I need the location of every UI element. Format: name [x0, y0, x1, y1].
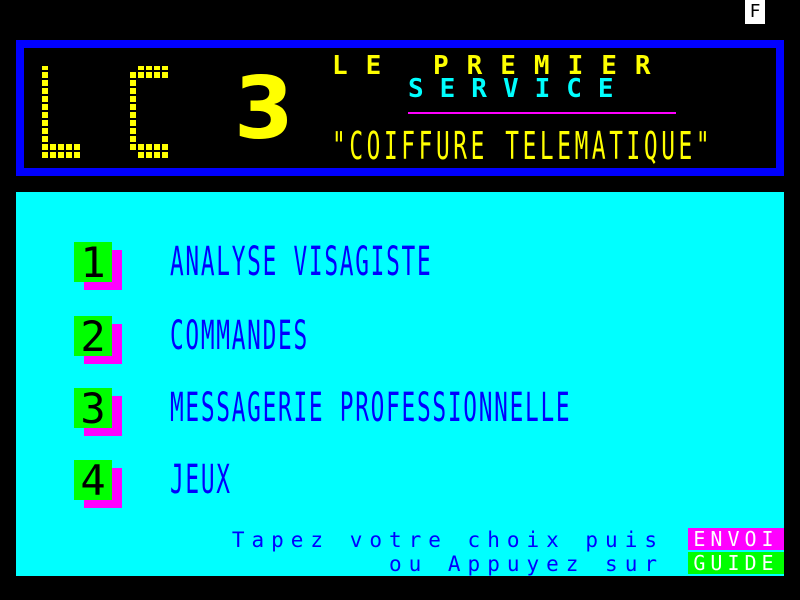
header-inner: LC 3 LE PREMIER SERVICE "COIFFURE TELEMA…: [24, 48, 776, 168]
logo-dot: [130, 80, 136, 86]
logo-dot: [130, 128, 136, 134]
menu-item-jeux[interactable]: 4 JEUX: [16, 457, 784, 512]
menu-number-box: 4: [74, 460, 122, 508]
menu-number-box: 3: [74, 388, 122, 436]
logo-dot: [130, 104, 136, 110]
menu-item-messagerie-professionnelle[interactable]: 3 MESSAGERIE PROFESSIONNELLE: [16, 385, 784, 440]
logo-dot: [66, 152, 72, 158]
logo-dot: [42, 96, 48, 102]
logo-dot: [146, 144, 152, 150]
prompt-line-guide: ou Appuyez sur: [388, 552, 664, 576]
logo-dot: [162, 152, 168, 158]
menu-number-box: 2: [74, 316, 122, 364]
logo-dot: [130, 96, 136, 102]
menu-label: MESSAGERIE PROFESSIONNELLE: [170, 385, 572, 431]
menu-item-analyse-visagiste[interactable]: 1 ANALYSE VISAGISTE: [16, 239, 784, 294]
header-banner: LC 3 LE PREMIER SERVICE "COIFFURE TELEMA…: [16, 40, 784, 176]
logo-dot-matrix: LC: [42, 64, 168, 158]
logo-exponent: 3: [234, 59, 294, 159]
logo-dot: [130, 72, 136, 78]
menu-number: 3: [74, 388, 112, 430]
logo-dot: [146, 72, 152, 78]
logo-dot: [130, 120, 136, 126]
logo-dot: [74, 144, 80, 150]
menu-item-commandes[interactable]: 2 COMMANDES: [16, 313, 784, 368]
menu-number: 2: [74, 316, 112, 358]
logo-dot: [50, 144, 56, 150]
logo-dot: [42, 104, 48, 110]
logo-dot: [58, 144, 64, 150]
logo-dot: [130, 136, 136, 142]
menu-label: COMMANDES: [170, 313, 309, 359]
logo-dot: [66, 144, 72, 150]
menu-panel: 1 ANALYSE VISAGISTE 2 COMMANDES 3 MESSAG…: [16, 192, 784, 576]
logo-dot: [130, 112, 136, 118]
menu-number: 1: [74, 242, 112, 284]
prompt-line-choice: Tapez votre choix puis: [231, 528, 664, 552]
tagline-coiffure-telematique: "COIFFURE TELEMATIQUE": [332, 124, 714, 168]
guide-key-button[interactable]: GUIDE: [688, 552, 784, 574]
logo-dot: [154, 144, 160, 150]
logo-dot: [50, 152, 56, 158]
logo-dot: [138, 152, 144, 158]
logo-dot: [154, 72, 160, 78]
menu-label: ANALYSE VISAGISTE: [170, 239, 433, 285]
logo-dot: [162, 72, 168, 78]
logo-dot: [154, 64, 160, 70]
minitel-screen: F LC 3 LE PREMIER SERVICE "COIFFURE TELE…: [0, 0, 800, 600]
logo-dot: [146, 64, 152, 70]
logo-dot: [42, 80, 48, 86]
logo-dot: [42, 112, 48, 118]
logo-dot: [42, 144, 48, 150]
logo-dot: [162, 64, 168, 70]
logo-dot: [138, 64, 144, 70]
lc3-logo: LC 3: [42, 64, 294, 162]
logo-dot: [162, 144, 168, 150]
logo-dot: [130, 144, 136, 150]
menu-label: JEUX: [170, 457, 232, 503]
logo-dot: [138, 72, 144, 78]
logo-dot: [42, 136, 48, 142]
logo-dot: [138, 144, 144, 150]
logo-dot: [42, 64, 48, 70]
menu-number: 4: [74, 460, 112, 502]
status-indicator: F: [745, 0, 765, 24]
logo-dot: [42, 72, 48, 78]
envoi-key-button[interactable]: ENVOI: [688, 528, 784, 550]
logo-dot: [42, 152, 48, 158]
menu-number-box: 1: [74, 242, 122, 290]
tagline-service: SERVICE: [408, 74, 630, 104]
logo-dot: [58, 152, 64, 158]
logo-dot: [74, 152, 80, 158]
logo-dot: [154, 152, 160, 158]
tagline-divider: [408, 112, 676, 114]
logo-dot: [130, 88, 136, 94]
logo-dot: [42, 128, 48, 134]
logo-dot: [42, 120, 48, 126]
logo-dot: [42, 88, 48, 94]
logo-dot: [146, 152, 152, 158]
